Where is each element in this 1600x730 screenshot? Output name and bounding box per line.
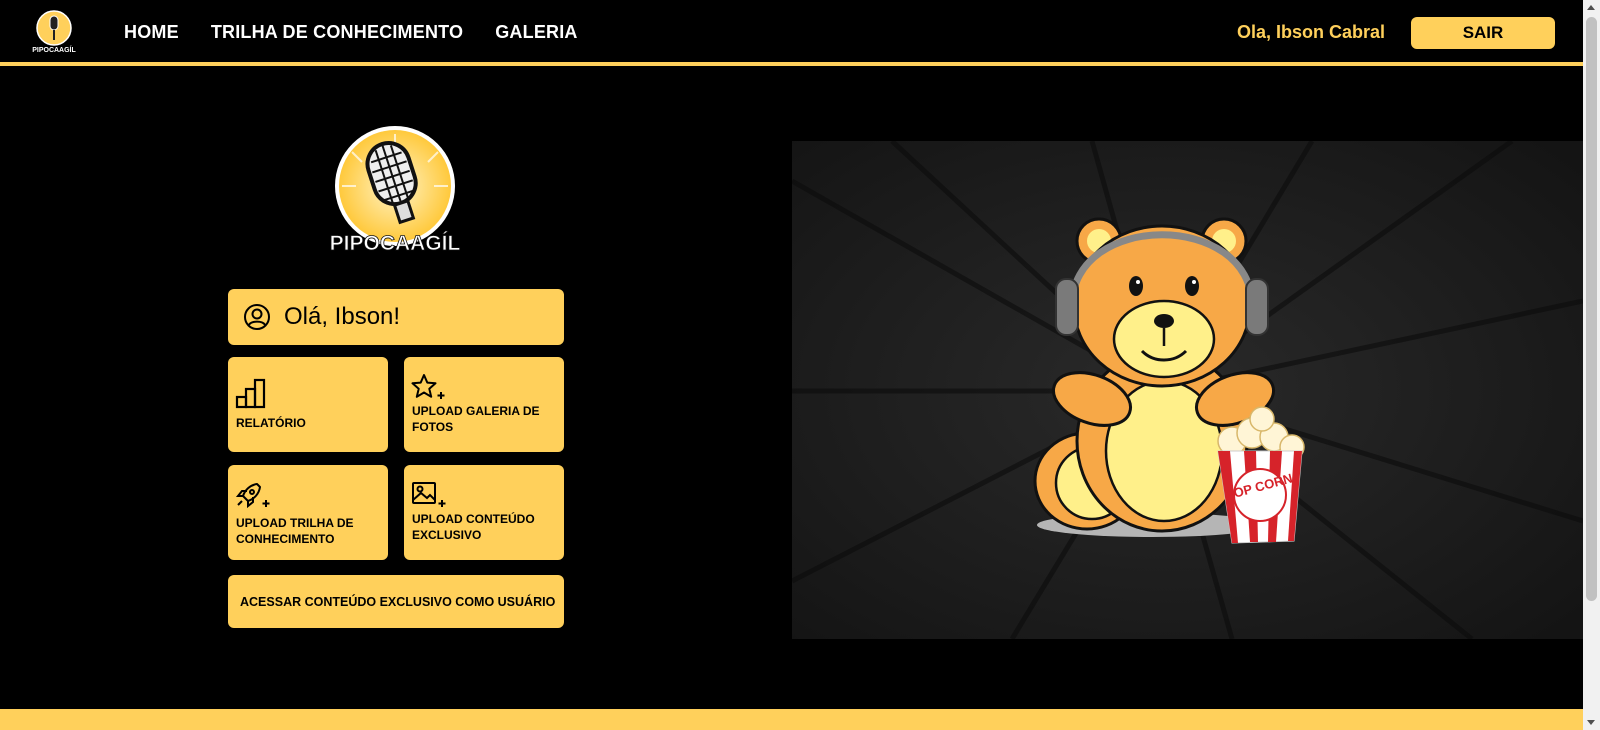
user-greeting: Ola, Ibson Cabral xyxy=(1237,21,1386,42)
exclusive-access-button[interactable]: ACESSAR CONTEÚDO EXCLUSIVO COMO USUÁRIO xyxy=(228,575,564,628)
upload-trail-label: UPLOAD TRILHA DE CONHECIMENTO xyxy=(236,516,354,546)
exclusive-access-label: ACESSAR CONTEÚDO EXCLUSIVO COMO USUÁRIO xyxy=(240,594,556,609)
pipoca-agil-logo: PIPOCAAGÍL xyxy=(329,126,461,255)
scroll-down-arrow-icon[interactable] xyxy=(1587,720,1595,725)
upload-gallery-tile[interactable]: UPLOAD GALERIA DE FOTOS xyxy=(404,357,564,452)
logo-text-small: PIPOCAAGÍL xyxy=(32,45,76,54)
logo-text: PIPOCAAGÍL xyxy=(330,232,461,255)
upload-gallery-label: UPLOAD GALERIA DE FOTOS xyxy=(412,404,540,434)
report-label: RELATÓRIO xyxy=(236,416,306,430)
footer-bar xyxy=(0,709,1583,730)
hero-bear-illustration: POP CORN xyxy=(792,141,1583,639)
image-plus-icon xyxy=(412,482,446,507)
navbar: PIPOCAAGÍL HOME TRILHA DE CONHECIMENTO G… xyxy=(0,0,1583,66)
nav-home[interactable]: HOME xyxy=(124,22,179,43)
scrollbar[interactable] xyxy=(1583,0,1600,730)
upload-exclusive-label: UPLOAD CONTEÚDO EXCLUSIVO xyxy=(412,512,535,542)
rocket-plus-icon xyxy=(235,483,270,509)
greeting-text: Olá, Ibson! xyxy=(284,303,401,330)
report-tile[interactable]: RELATÓRIO xyxy=(228,357,388,452)
star-plus-icon xyxy=(411,374,445,399)
scrollbar-thumb[interactable] xyxy=(1586,17,1597,601)
logout-button[interactable]: SAIR xyxy=(1411,17,1555,49)
bar-chart-icon xyxy=(235,378,266,409)
person-circle-icon xyxy=(244,304,270,330)
scroll-up-arrow-icon[interactable] xyxy=(1587,5,1595,10)
nav-galeria[interactable]: GALERIA xyxy=(495,22,577,43)
nav-trilha[interactable]: TRILHA DE CONHECIMENTO xyxy=(211,22,463,43)
greeting-card[interactable]: Olá, Ibson! xyxy=(228,289,564,345)
pipoca-agil-logo-small[interactable]: PIPOCAAGÍL xyxy=(30,10,78,54)
upload-trail-tile[interactable]: UPLOAD TRILHA DE CONHECIMENTO xyxy=(228,465,388,560)
main-nav: HOME TRILHA DE CONHECIMENTO GALERIA xyxy=(124,0,578,64)
upload-exclusive-tile[interactable]: UPLOAD CONTEÚDO EXCLUSIVO xyxy=(404,465,564,560)
